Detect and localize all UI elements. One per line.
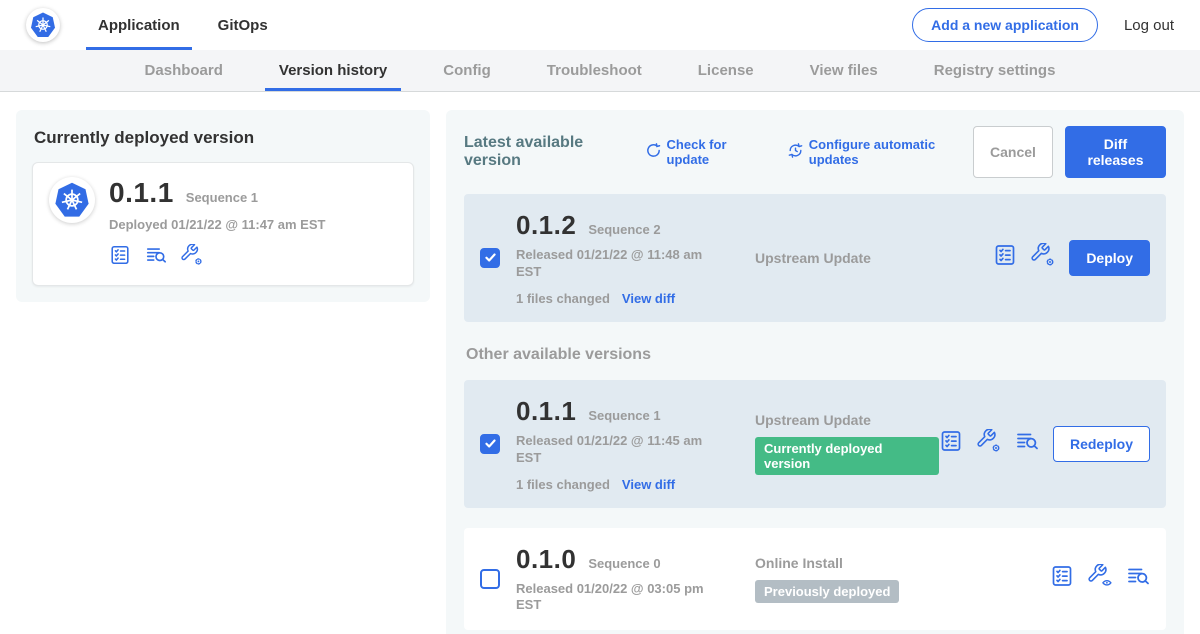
- refresh-icon: [645, 142, 662, 162]
- tab-gitops[interactable]: GitOps: [218, 0, 268, 50]
- add-new-application-button[interactable]: Add a new application: [912, 8, 1098, 42]
- subnav-config[interactable]: Config: [443, 50, 490, 91]
- preflight-checklist-icon[interactable]: [1050, 564, 1074, 593]
- released-timestamp: Released 01/21/22 @ 11:48 am EST: [516, 247, 721, 281]
- top-nav: Application GitOps Add a new application…: [0, 0, 1200, 50]
- app-icon-kubernetes: [49, 177, 95, 223]
- other-available-versions-title: Other available versions: [466, 346, 1164, 364]
- version-checkbox[interactable]: [480, 248, 500, 268]
- version-number: 0.1.1: [516, 396, 576, 427]
- latest-available-title: Latest available version: [464, 134, 631, 170]
- redeploy-button[interactable]: Redeploy: [1053, 426, 1150, 462]
- files-changed-label: 1 files changed: [516, 291, 610, 306]
- check-for-update-link[interactable]: Check for update: [645, 137, 763, 167]
- view-diff-link[interactable]: View diff: [622, 291, 675, 306]
- diff-releases-button[interactable]: Diff releases: [1065, 126, 1166, 178]
- subnav-license[interactable]: License: [698, 50, 754, 91]
- cancel-button[interactable]: Cancel: [973, 126, 1053, 178]
- preflight-checklist-icon[interactable]: [109, 244, 131, 271]
- schedule-update-icon: [787, 142, 804, 162]
- deployed-version-box: 0.1.1 Sequence 1 Deployed 01/21/22 @ 11:…: [32, 162, 414, 286]
- version-row-0-1-0: 0.1.0 Sequence 0 Released 01/20/22 @ 03:…: [464, 528, 1166, 631]
- version-number: 0.1.0: [516, 544, 576, 575]
- config-gear-icon[interactable]: [181, 244, 203, 271]
- currently-deployed-card: Currently deployed version: [16, 110, 430, 302]
- tab-application[interactable]: Application: [98, 0, 180, 50]
- logout-button[interactable]: Log out: [1124, 17, 1174, 34]
- deploy-logs-icon[interactable]: [1126, 564, 1150, 593]
- subnav-view-files[interactable]: View files: [810, 50, 878, 91]
- preflight-checklist-icon[interactable]: [939, 429, 963, 458]
- deploy-logs-icon[interactable]: [145, 244, 167, 271]
- deploy-logs-icon[interactable]: [1015, 429, 1039, 458]
- app-sub-nav: Dashboard Version history Config Trouble…: [0, 50, 1200, 92]
- config-gear-icon[interactable]: [1031, 243, 1055, 272]
- version-checkbox[interactable]: [480, 434, 500, 454]
- deployed-version-number: 0.1.1: [109, 177, 174, 209]
- version-sequence: Sequence 2: [588, 222, 660, 237]
- view-diff-link[interactable]: View diff: [622, 477, 675, 492]
- version-number: 0.1.2: [516, 210, 576, 241]
- currently-deployed-title: Currently deployed version: [34, 128, 414, 148]
- subnav-registry-settings[interactable]: Registry settings: [934, 50, 1056, 91]
- deployed-sequence: Sequence 1: [186, 190, 258, 205]
- preflight-checklist-icon[interactable]: [993, 243, 1017, 272]
- deploy-button[interactable]: Deploy: [1069, 240, 1150, 276]
- files-changed-label: 1 files changed: [516, 477, 610, 492]
- config-view-icon[interactable]: [1088, 564, 1112, 593]
- version-row-0-1-2: 0.1.2 Sequence 2 Released 01/21/22 @ 11:…: [464, 194, 1166, 322]
- kubernetes-logo: [26, 8, 60, 42]
- version-source: Upstream Update: [755, 412, 939, 428]
- subnav-troubleshoot[interactable]: Troubleshoot: [547, 50, 642, 91]
- subnav-dashboard[interactable]: Dashboard: [145, 50, 223, 91]
- version-history-panel: Latest available version Check for updat…: [446, 110, 1184, 634]
- version-checkbox[interactable]: [480, 569, 500, 589]
- configure-automatic-updates-link[interactable]: Configure automatic updates: [787, 137, 973, 167]
- version-sequence: Sequence 1: [588, 408, 660, 423]
- subnav-version-history[interactable]: Version history: [279, 50, 387, 91]
- released-timestamp: Released 01/20/22 @ 03:05 pm EST: [516, 581, 721, 615]
- version-row-0-1-1: 0.1.1 Sequence 1 Released 01/21/22 @ 11:…: [464, 380, 1166, 508]
- deployed-timestamp: Deployed 01/21/22 @ 11:47 am EST: [109, 217, 325, 232]
- currently-deployed-badge: Currently deployed version: [755, 437, 939, 475]
- version-source: Upstream Update: [755, 250, 993, 266]
- previously-deployed-badge: Previously deployed: [755, 580, 899, 603]
- released-timestamp: Released 01/21/22 @ 11:45 am EST: [516, 433, 721, 467]
- config-gear-icon[interactable]: [977, 429, 1001, 458]
- version-source: Online Install: [755, 555, 1050, 571]
- version-sequence: Sequence 0: [588, 556, 660, 571]
